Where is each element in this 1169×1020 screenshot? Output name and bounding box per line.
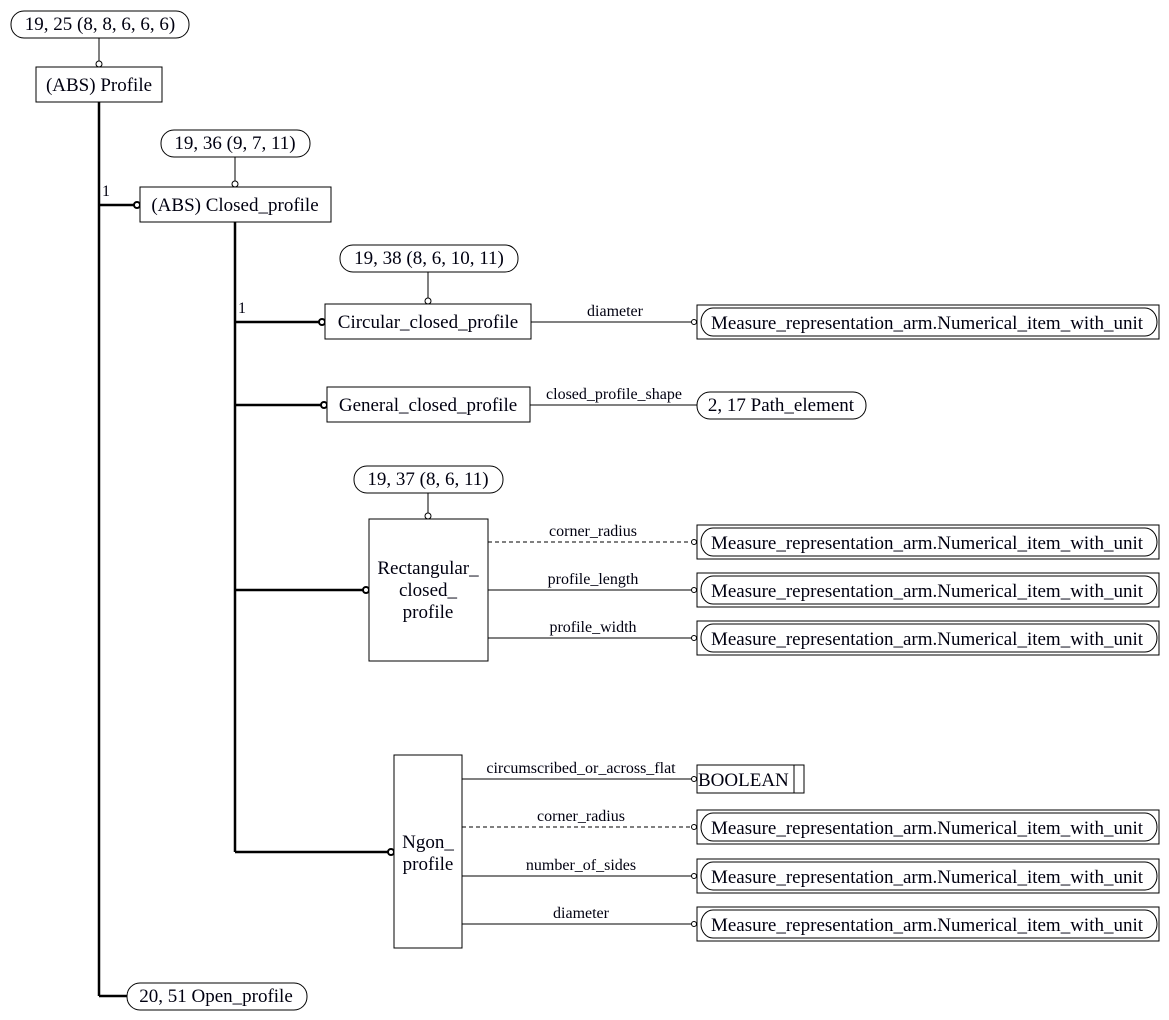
type-ref-numerical-ngon-sides[interactable]: Measure_representation_arm.Numerical_ite…: [696, 858, 1160, 894]
page-ref-closed-profile[interactable]: 19, 36 (9, 7, 11): [160, 129, 311, 158]
attr-end-circle: [691, 776, 697, 782]
entity-circular-closed-profile[interactable]: Circular_closed_profile: [324, 303, 532, 340]
page-ref-profile[interactable]: 19, 25 (8, 8, 6, 6, 6): [10, 10, 190, 39]
express-g-diagram: 1 1 19, 25 (8, 8, 6, 6, 6) 19, 36 (9, 7,…: [10, 10, 1160, 1011]
external-ref-path-element[interactable]: 2, 17 Path_element: [696, 391, 867, 420]
page-ref-rectangular[interactable]: 19, 37 (8, 6, 11): [353, 465, 504, 494]
entity-ngon-profile[interactable]: Ngon_ profile: [393, 754, 463, 949]
type-ref-numerical-circular-diameter[interactable]: Measure_representation_arm.Numerical_ite…: [696, 304, 1160, 340]
svg-text:19, 25 (8, 8, 6, 6, 6): 19, 25 (8, 8, 6, 6, 6): [25, 14, 175, 35]
ref-end-circle: [424, 297, 432, 305]
svg-text:Measure_representation_arm.Num: Measure_representation_arm.Numerical_ite…: [711, 867, 1144, 888]
svg-text:Measure_representation_arm.Num: Measure_representation_arm.Numerical_ite…: [711, 629, 1144, 650]
entity-profile[interactable]: (ABS) Profile: [35, 66, 163, 103]
attr-end-circle: [691, 319, 697, 325]
attr-end-circle: [691, 587, 697, 593]
svg-text:closed_: closed_: [399, 580, 458, 601]
attr-label-profile-length: profile_length: [548, 571, 639, 588]
svg-text:Ngon_: Ngon_: [402, 832, 454, 853]
cardinality-label: 1: [102, 183, 110, 200]
svg-text:profile: profile: [403, 602, 454, 623]
attr-label-diameter: diameter: [587, 303, 644, 320]
type-boolean[interactable]: BOOLEAN: [696, 764, 805, 794]
svg-text:19, 36 (9, 7, 11): 19, 36 (9, 7, 11): [174, 133, 295, 154]
svg-text:General_closed_profile: General_closed_profile: [339, 395, 517, 416]
attr-label-ngon-corner-radius: corner_radius: [537, 808, 625, 825]
svg-text:Measure_representation_arm.Num: Measure_representation_arm.Numerical_ite…: [711, 581, 1144, 602]
svg-text:2, 17 Path_element: 2, 17 Path_element: [708, 395, 855, 416]
entity-rectangular-closed-profile[interactable]: Rectangular_ closed_ profile: [368, 518, 489, 662]
entity-closed-profile[interactable]: (ABS) Closed_profile: [139, 186, 332, 223]
ref-end-circle: [95, 60, 103, 68]
attr-end-circle: [691, 873, 697, 879]
svg-text:20, 51 Open_profile: 20, 51 Open_profile: [139, 986, 293, 1007]
attr-end-circle: [691, 635, 697, 641]
attr-end-circle: [691, 824, 697, 830]
type-ref-numerical-ngon-diameter[interactable]: Measure_representation_arm.Numerical_ite…: [696, 906, 1160, 942]
attr-end-circle: [691, 921, 697, 927]
ref-end-circle: [424, 512, 432, 520]
svg-text:Measure_representation_arm.Num: Measure_representation_arm.Numerical_ite…: [711, 818, 1144, 839]
svg-text:(ABS) Closed_profile: (ABS) Closed_profile: [151, 195, 318, 216]
subtype-end-circle: [387, 848, 395, 856]
ref-end-circle: [231, 180, 239, 188]
attr-label-profile-width: profile_width: [549, 619, 636, 636]
svg-text:Measure_representation_arm.Num: Measure_representation_arm.Numerical_ite…: [711, 313, 1144, 334]
svg-text:19, 37 (8, 6, 11): 19, 37 (8, 6, 11): [367, 469, 488, 490]
subtype-end-circle: [362, 586, 370, 594]
attr-label-number-of-sides: number_of_sides: [526, 857, 636, 874]
svg-text:profile: profile: [403, 854, 454, 875]
svg-text:Rectangular_: Rectangular_: [377, 558, 479, 579]
type-ref-numerical-rect-corner-radius[interactable]: Measure_representation_arm.Numerical_ite…: [696, 524, 1160, 560]
attr-label-ngon-diameter: diameter: [553, 905, 610, 922]
svg-text:Measure_representation_arm.Num: Measure_representation_arm.Numerical_ite…: [711, 533, 1144, 554]
type-ref-numerical-rect-length[interactable]: Measure_representation_arm.Numerical_ite…: [696, 572, 1160, 608]
subtype-end-circle: [318, 318, 326, 326]
external-ref-open-profile[interactable]: 20, 51 Open_profile: [126, 982, 308, 1011]
svg-text:(ABS) Profile: (ABS) Profile: [46, 75, 152, 96]
attr-label-closed-profile-shape: closed_profile_shape: [546, 386, 682, 403]
subtype-end-circle: [320, 401, 328, 409]
attr-end-circle: [691, 539, 697, 545]
page-ref-circular[interactable]: 19, 38 (8, 6, 10, 11): [339, 244, 519, 273]
svg-text:Circular_closed_profile: Circular_closed_profile: [338, 312, 518, 333]
entity-general-closed-profile[interactable]: General_closed_profile: [326, 386, 531, 423]
svg-text:19, 38 (8, 6, 10, 11): 19, 38 (8, 6, 10, 11): [354, 248, 504, 269]
type-ref-numerical-rect-width[interactable]: Measure_representation_arm.Numerical_ite…: [696, 620, 1160, 656]
attr-label-corner-radius: corner_radius: [549, 523, 637, 540]
svg-text:BOOLEAN: BOOLEAN: [698, 770, 789, 791]
type-ref-numerical-ngon-corner-radius[interactable]: Measure_representation_arm.Numerical_ite…: [696, 809, 1160, 845]
subtype-end-circle: [133, 201, 141, 209]
cardinality-label: 1: [238, 300, 246, 317]
attr-label-circumscribed: circumscribed_or_across_flat: [486, 760, 676, 777]
svg-text:Measure_representation_arm.Num: Measure_representation_arm.Numerical_ite…: [711, 915, 1144, 936]
